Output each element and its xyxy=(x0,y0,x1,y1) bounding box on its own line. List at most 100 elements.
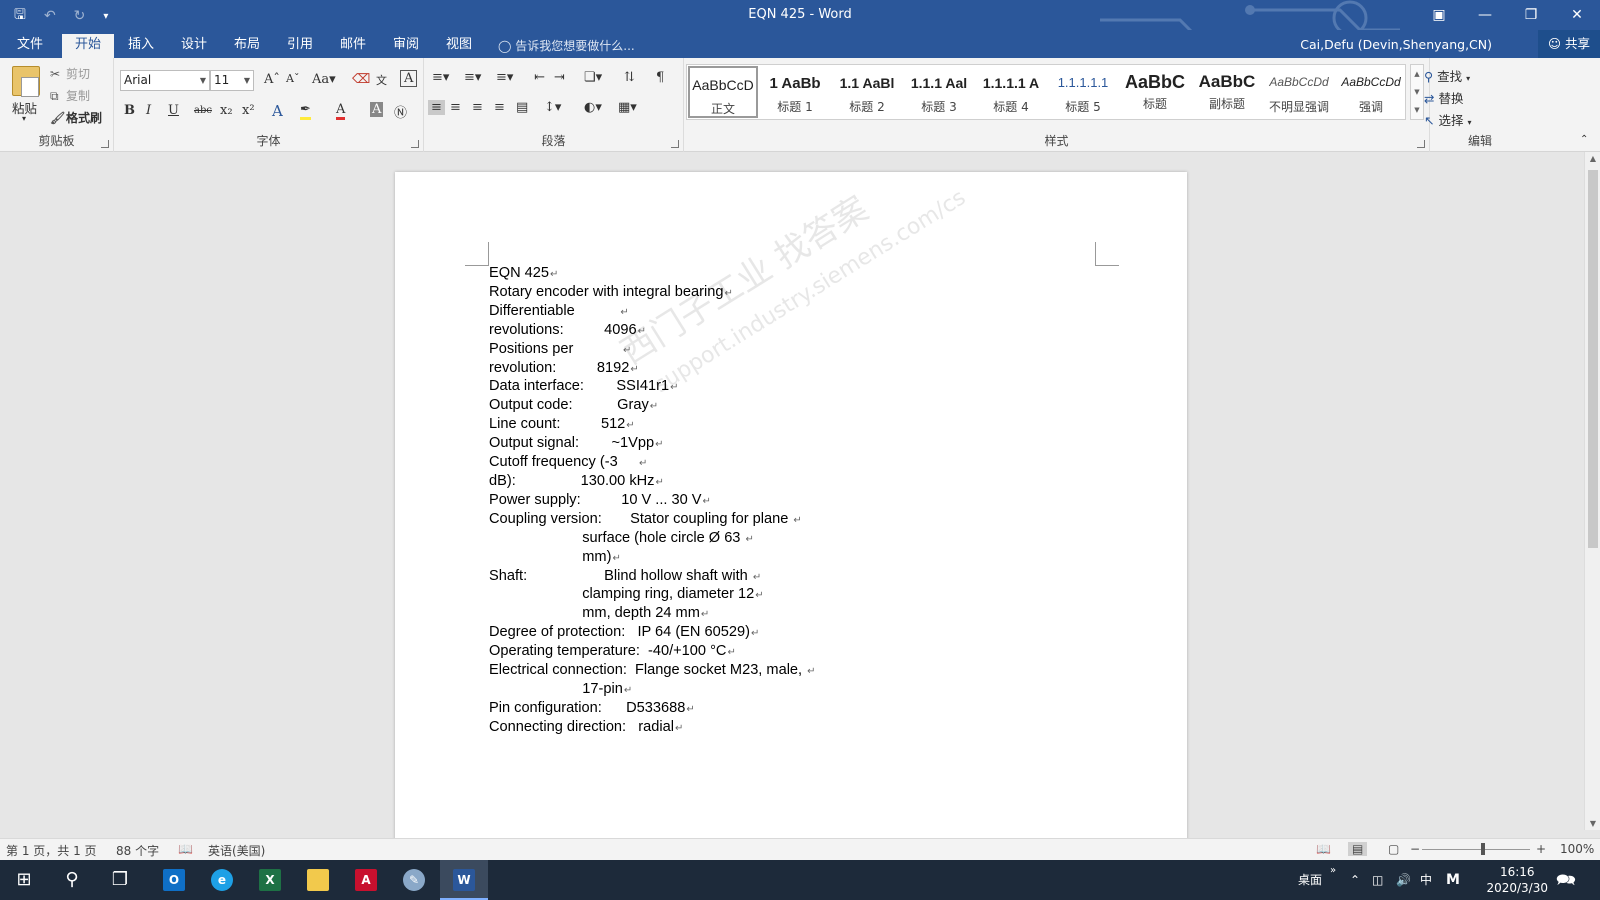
character-border-icon[interactable]: A xyxy=(400,70,418,87)
document-line[interactable]: Degree of protection: IP 64 (EN 60529)↵ xyxy=(489,624,909,643)
document-line[interactable]: Positions per ↵ xyxy=(489,341,909,360)
ribbon-display-options-icon[interactable]: ▣ xyxy=(1416,0,1462,30)
bold-icon[interactable]: B xyxy=(124,103,135,118)
windows-start-icon[interactable]: ⊞ xyxy=(0,860,48,900)
font-color-icon[interactable]: A xyxy=(336,102,346,120)
document-page[interactable]: 西门子工业 找答案 support.industry.siemens.com/c… xyxy=(395,172,1187,852)
document-line[interactable]: mm)↵ xyxy=(489,549,909,568)
language-indicator[interactable]: 英语(美国) xyxy=(208,842,265,859)
document-line[interactable]: Cutoff frequency (-3 ↵ xyxy=(489,454,909,473)
character-shading-icon[interactable]: A xyxy=(370,102,384,117)
paragraph-launcher-icon[interactable] xyxy=(671,140,679,148)
zoom-slider-thumb[interactable] xyxy=(1481,843,1485,855)
style-heading-3[interactable]: 1.1.1 Aal 标题 3 xyxy=(904,66,974,118)
tab-insert[interactable]: 插入 xyxy=(115,34,167,58)
ime-indicator[interactable]: 中 xyxy=(1420,860,1432,900)
style-title[interactable]: AaBbC 标题 xyxy=(1120,66,1190,118)
change-case-button[interactable]: Aa▾ xyxy=(312,72,336,87)
tab-layout[interactable]: 布局 xyxy=(221,34,273,58)
style-heading-4[interactable]: 1.1.1.1 A 标题 4 xyxy=(976,66,1046,118)
font-name-combo[interactable]: Arial ▼ xyxy=(120,70,210,91)
grow-font-icon[interactable]: Aˆ xyxy=(264,72,280,87)
search-icon[interactable]: ⚲ xyxy=(48,860,96,900)
document-line[interactable]: Rotary encoder with integral bearing↵ xyxy=(489,284,909,303)
format-painter-button[interactable]: 🖌格式刷 xyxy=(50,109,102,126)
document-line[interactable]: Electrical connection: Flange socket M23… xyxy=(489,662,909,681)
document-line[interactable]: Connecting direction: radial↵ xyxy=(489,719,909,738)
notification-icon[interactable]: 🗪 xyxy=(1556,860,1576,900)
styles-scroll[interactable]: ▲ ▼ ▼ xyxy=(1410,64,1424,120)
restore-button[interactable]: ❐ xyxy=(1508,0,1554,30)
document-line[interactable]: Data interface: SSI41r1↵ xyxy=(489,378,909,397)
tray-overflow-icon[interactable]: ⌃ xyxy=(1350,860,1360,900)
file-explorer-icon[interactable] xyxy=(294,860,342,900)
style-heading-2[interactable]: 1.1 AaBl 标题 2 xyxy=(832,66,902,118)
multilevel-list-icon[interactable]: ≡▾ xyxy=(496,70,513,85)
paste-icon[interactable] xyxy=(12,66,40,97)
outlook-icon[interactable]: O xyxy=(150,860,198,900)
chevron-down-icon[interactable]: ▼ xyxy=(1411,83,1423,101)
read-mode-icon[interactable]: 📖 xyxy=(1316,842,1331,856)
document-line[interactable]: Pin configuration: D533688↵ xyxy=(489,700,909,719)
text-effects-icon[interactable]: A xyxy=(272,102,283,120)
scroll-thumb[interactable] xyxy=(1588,170,1598,548)
style-subtitle[interactable]: AaBbC 副标题 xyxy=(1192,66,1262,118)
document-line[interactable]: Output code: Gray↵ xyxy=(489,397,909,416)
cut-button[interactable]: ✂ 剪切 xyxy=(50,65,90,82)
clear-formatting-icon[interactable]: ⌫ xyxy=(352,72,370,87)
web-layout-icon[interactable]: ▢ xyxy=(1388,842,1399,856)
line-spacing-icon[interactable]: ↕▾ xyxy=(544,100,561,115)
document-line[interactable]: clamping ring, diameter 12↵ xyxy=(489,586,909,605)
bullets-icon[interactable]: ≡▾ xyxy=(432,70,449,85)
more-styles-icon[interactable]: ▼ xyxy=(1411,101,1423,119)
phonetic-guide-icon[interactable]: 文 xyxy=(376,72,387,88)
font-size-combo[interactable]: 11 ▼ xyxy=(210,70,254,91)
document-line[interactable]: Output signal: ~1Vpp↵ xyxy=(489,435,909,454)
scroll-up-icon[interactable]: ▲ xyxy=(1585,154,1600,163)
tab-review[interactable]: 审阅 xyxy=(380,34,432,58)
show-marks-icon[interactable]: ¶ xyxy=(656,70,664,85)
scroll-down-icon[interactable]: ▼ xyxy=(1585,819,1600,828)
proofing-icon[interactable]: 📖 xyxy=(178,842,193,856)
document-line[interactable]: revolution: 8192↵ xyxy=(489,360,909,379)
numbering-icon[interactable]: ≡▾ xyxy=(464,70,481,85)
document-line[interactable]: 17-pin↵ xyxy=(489,681,909,700)
tab-mailings[interactable]: 邮件 xyxy=(327,34,379,58)
shading-icon[interactable]: ◐▾ xyxy=(584,100,602,115)
network-icon[interactable]: ◫ xyxy=(1372,860,1383,900)
tab-references[interactable]: 引用 xyxy=(274,34,326,58)
underline-icon[interactable]: U xyxy=(168,103,179,118)
user-account[interactable]: Cai,Defu (Devin,Shenyang,CN) xyxy=(1300,37,1492,52)
increase-indent-icon[interactable]: ⇥ xyxy=(554,70,565,85)
document-line[interactable]: surface (hole circle Ø 63 ↵ xyxy=(489,530,909,549)
zoom-level[interactable]: 100% xyxy=(1560,842,1594,856)
document-line[interactable]: mm, depth 24 mm↵ xyxy=(489,605,909,624)
font-launcher-icon[interactable] xyxy=(411,140,419,148)
minimize-button[interactable]: — xyxy=(1462,0,1508,30)
strikethrough-icon[interactable]: abc xyxy=(194,105,212,116)
copy-button[interactable]: ⧉ 复制 xyxy=(50,87,90,104)
borders-icon[interactable]: ▦▾ xyxy=(618,100,637,115)
align-center-icon[interactable]: ≡ xyxy=(450,100,461,115)
collapse-ribbon-icon[interactable]: ⌃ xyxy=(1580,134,1588,145)
document-line[interactable]: revolutions: 4096↵ xyxy=(489,322,909,341)
word-count[interactable]: 88 个字 xyxy=(116,842,159,859)
align-left-icon[interactable]: ≡ xyxy=(428,100,445,115)
style-heading-5[interactable]: 1.1.1.1.1 标题 5 xyxy=(1048,66,1118,118)
internet-explorer-icon[interactable]: e xyxy=(198,860,246,900)
replace-button[interactable]: ⇄ 替换 xyxy=(1424,88,1464,107)
close-button[interactable]: ✕ xyxy=(1554,0,1600,30)
style-normal[interactable]: AaBbCcD 正文 xyxy=(688,66,758,118)
paste-dropdown-icon[interactable]: ▾ xyxy=(22,114,26,123)
find-button[interactable]: ⚲ 查找 ▾ xyxy=(1424,66,1470,85)
zoom-slider[interactable] xyxy=(1422,849,1530,850)
vertical-scrollbar[interactable]: ▲ ▼ xyxy=(1584,152,1600,830)
word-icon[interactable]: W xyxy=(440,860,488,900)
clipboard-launcher-icon[interactable] xyxy=(101,140,109,148)
print-layout-icon[interactable]: ▤ xyxy=(1348,842,1368,856)
desktop-toolbar[interactable]: 桌面 xyxy=(1298,860,1322,900)
justify-icon[interactable]: ≡ xyxy=(494,100,505,115)
decrease-indent-icon[interactable]: ⇤ xyxy=(534,70,545,85)
volume-icon[interactable]: 🔊 xyxy=(1396,860,1411,900)
zoom-in-icon[interactable]: + xyxy=(1536,842,1546,856)
